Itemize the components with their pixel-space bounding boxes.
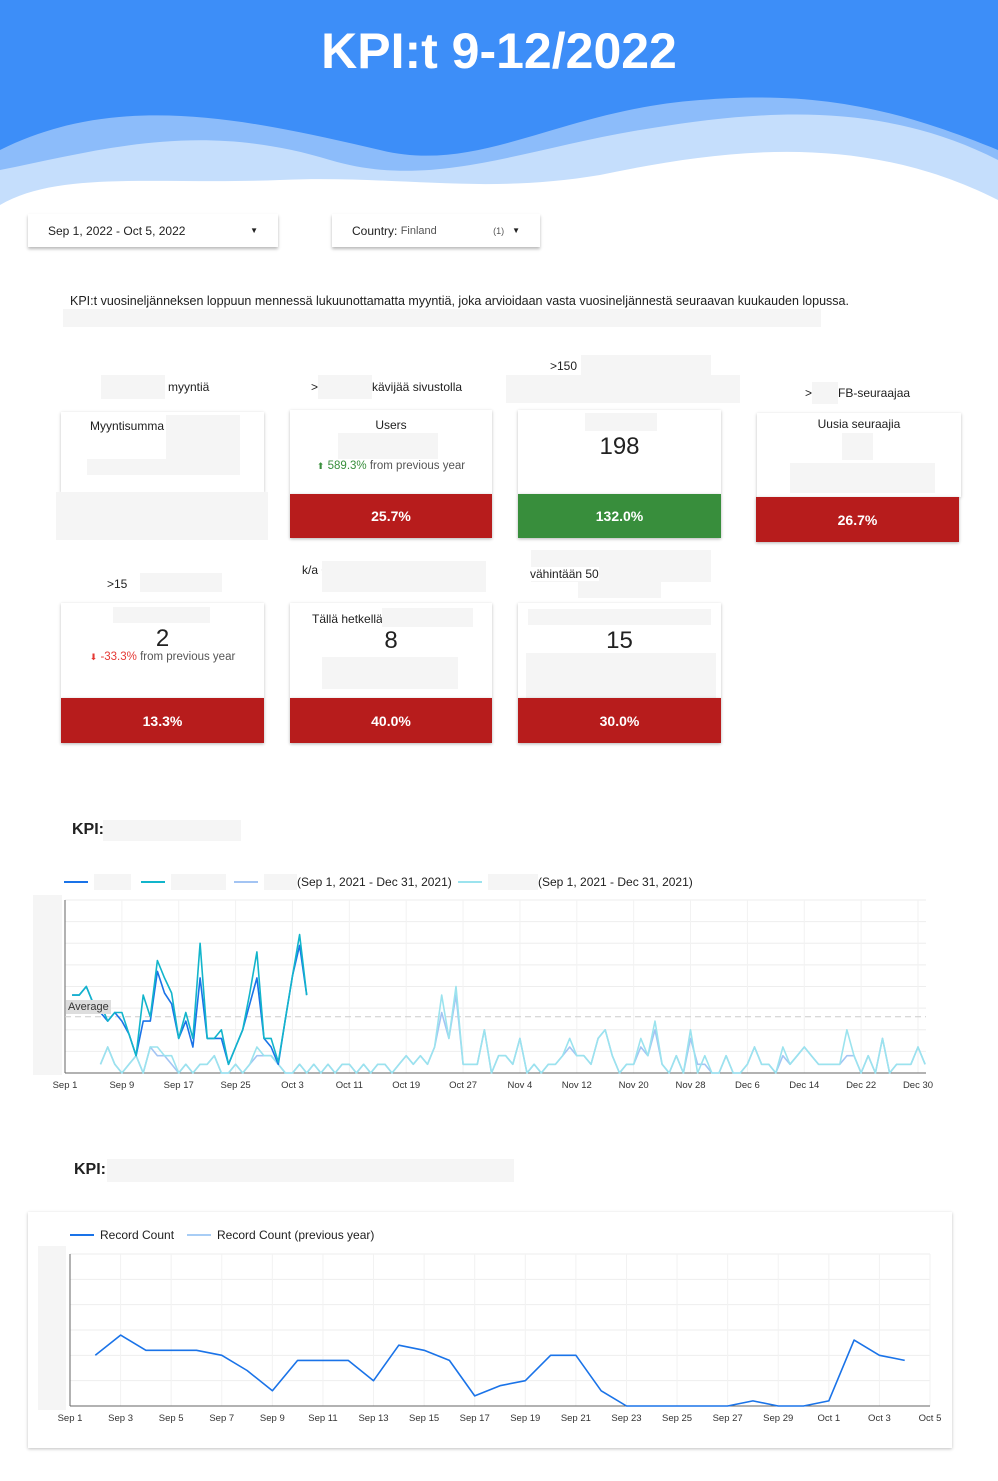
x-tick-label: Oct 5 bbox=[918, 1413, 942, 1424]
x-tick-label: Sep 19 bbox=[510, 1413, 541, 1424]
x-tick-label: Sep 25 bbox=[661, 1413, 693, 1424]
x-tick-label: Sep 17 bbox=[459, 1413, 490, 1424]
x-tick-label: Sep 15 bbox=[409, 1413, 440, 1424]
x-tick-label: Sep 1 bbox=[57, 1413, 83, 1424]
x-tick-label: Sep 7 bbox=[209, 1413, 235, 1424]
x-tick-label: Sep 23 bbox=[611, 1413, 642, 1424]
x-tick-label: Sep 13 bbox=[358, 1413, 389, 1424]
x-tick-label: Sep 5 bbox=[158, 1413, 184, 1424]
x-tick-label: Sep 27 bbox=[712, 1413, 743, 1424]
x-tick-label: Sep 9 bbox=[259, 1413, 285, 1424]
series-line-0 bbox=[94, 1334, 905, 1407]
x-tick-label: Sep 21 bbox=[560, 1413, 591, 1424]
x-tick-label: Oct 3 bbox=[868, 1413, 891, 1424]
x-tick-label: Sep 11 bbox=[308, 1413, 338, 1424]
x-tick-label: Oct 1 bbox=[817, 1413, 841, 1424]
x-tick-label: Sep 3 bbox=[108, 1413, 133, 1424]
x-tick-label: Sep 29 bbox=[763, 1413, 794, 1424]
chart2-plot bbox=[69, 1253, 931, 1407]
